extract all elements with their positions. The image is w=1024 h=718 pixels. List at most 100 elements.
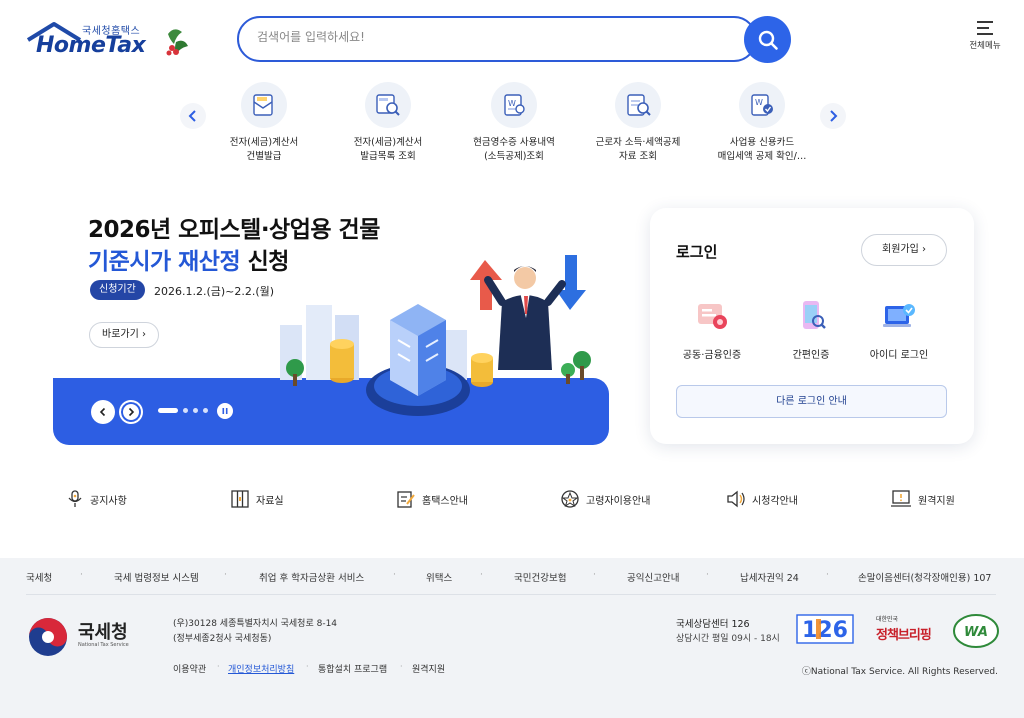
tax-invoice-icon	[241, 82, 287, 128]
address-line1: (우)30128 세종특별자치시 국세청로 8-14	[173, 619, 338, 629]
hamburger-icon	[977, 21, 993, 35]
shortcut-label: 원격지원	[918, 495, 955, 507]
speaker-icon	[727, 490, 745, 508]
shortcut-audiovisual-guide[interactable]: 시청각안내	[726, 489, 798, 509]
footer-divider	[26, 594, 996, 595]
quick-menu-prev-button[interactable]	[180, 103, 206, 129]
install-program-link[interactable]: 통합설치 프로그램	[318, 662, 387, 675]
footer-link[interactable]: 위택스	[426, 570, 452, 584]
banner-title-highlight: 기준시가 재산정	[88, 249, 241, 275]
nts-english-name: National Tax Service	[78, 642, 129, 648]
privacy-policy-link[interactable]: 개인정보처리방침	[228, 662, 294, 675]
policy-briefing-title: 정책브리핑	[876, 628, 932, 643]
remote-support-link[interactable]: 원격지원	[412, 662, 445, 675]
chevron-left-icon	[99, 407, 106, 417]
shortcut-label: 고령자이용안내	[586, 495, 651, 507]
other-login-guide-button[interactable]: 다른 로그인 안내	[676, 385, 947, 418]
footer-link[interactable]: 손말이음센터(청각장애인용) 107	[858, 570, 991, 584]
web-accessibility-mark[interactable]: WA	[952, 613, 1000, 649]
quick-item-label: (소득공제)조회	[484, 151, 544, 162]
banner-next-button[interactable]	[119, 400, 143, 424]
hometax-logo[interactable]: 국세청홈택스 HomeTax	[24, 20, 188, 66]
footer-separator: ·	[480, 570, 483, 580]
wa-mark-text: WA	[964, 625, 988, 640]
copyright: ⓒNational Tax Service. All Rights Reserv…	[801, 667, 998, 677]
go-button-label: 바로가기	[102, 329, 139, 340]
period-text: 2026.1.2.(금)~2.2.(월)	[154, 285, 275, 298]
login-option-label: 간편인증	[792, 350, 830, 361]
quick-item-credit-card[interactable]: W 사업용 신용카드 매입세액 공제 확인/…	[702, 82, 822, 164]
svg-text:W: W	[755, 98, 763, 107]
svg-text:W: W	[508, 99, 516, 108]
footer-link[interactable]: 국세 법령정보 시스템	[114, 570, 199, 584]
search-input[interactable]	[257, 30, 737, 44]
footer-link-row: 국세청 · 국세 법령정보 시스템 · 취업 후 학자금상환 서비스 · 위택스…	[26, 570, 996, 584]
footer-link[interactable]: 납세자권익 24	[740, 570, 799, 584]
simple-auth-icon	[789, 294, 833, 338]
footer-separator: ·	[217, 662, 220, 671]
pagination-dot[interactable]	[158, 408, 178, 413]
pagination-dot[interactable]	[203, 408, 208, 413]
address-line2: (정부세종2청사 국세청동)	[173, 634, 272, 644]
footer-separator: ·	[593, 570, 596, 580]
shortcut-archive[interactable]: 자료실	[230, 489, 284, 509]
policy-briefing-logo[interactable]: 대한민국 정책브리핑	[876, 614, 940, 643]
call-126-logo[interactable]: 126	[796, 614, 854, 644]
footer-separator: ·	[80, 570, 83, 580]
banner-go-button[interactable]: 바로가기 ›	[89, 322, 159, 348]
shortcut-notice[interactable]: 공지사항	[66, 489, 127, 509]
shortcut-remote-support[interactable]: 원격지원	[890, 489, 955, 509]
pause-icon	[222, 408, 228, 414]
holly-icon	[166, 29, 188, 56]
banner-title-line2: 기준시가 재산정 신청	[88, 242, 289, 276]
chevron-right-icon: ›	[142, 329, 146, 340]
pagination-dot[interactable]	[193, 408, 198, 413]
login-option-simple-auth[interactable]: 간편인증	[766, 294, 856, 361]
pagination-dot[interactable]	[183, 408, 188, 413]
banner-title-line1: 2026년 오피스텔·상업용 건물	[88, 217, 380, 243]
footer-link[interactable]: 취업 후 학자금상환 서비스	[259, 570, 364, 584]
policy-briefing-small: 대한민국	[876, 616, 899, 623]
login-card: 로그인 회원가입 › 공동·금융인증 간편인증 아이디 로그인 다른 로그인 안…	[650, 208, 974, 444]
consult-center-name: 국세상담센터 126	[676, 619, 750, 630]
login-option-label: 아이디 로그인	[869, 350, 929, 361]
quick-item-cash-receipt[interactable]: W 현금영수증 사용내역 (소득공제)조회	[454, 82, 574, 164]
footer-link[interactable]: 국민건강보험	[514, 570, 566, 584]
quick-item-label: 건별발급	[246, 151, 282, 162]
archive-icon	[231, 490, 249, 508]
banner-pause-button[interactable]	[217, 403, 233, 419]
login-option-certificate[interactable]: 공동·금융인증	[667, 294, 757, 361]
remote-support-icon	[891, 490, 911, 507]
invoice-search-icon	[365, 82, 411, 128]
all-menu-button[interactable]: 전체메뉴	[964, 20, 1006, 51]
login-option-id[interactable]: 아이디 로그인	[854, 294, 944, 361]
badge-126-text: 126	[802, 618, 848, 643]
footer-separator: ·	[400, 662, 403, 671]
login-option-label: 공동·금융인증	[682, 350, 742, 361]
shortcut-label: 공지사항	[90, 495, 127, 507]
terms-link[interactable]: 이용약관	[173, 662, 206, 675]
logo-big-text: HomeTax	[36, 33, 146, 58]
chevron-right-icon	[830, 110, 838, 122]
quick-item-invoice-issue[interactable]: 전자(세금)계산서 건별발급	[204, 82, 324, 164]
shortcut-senior-guide[interactable]: 고령자이용안내	[560, 489, 650, 509]
footer-link[interactable]: 공익신고안내	[627, 570, 679, 584]
join-button[interactable]: 회원가입 ›	[861, 234, 947, 266]
banner-prev-button[interactable]	[91, 400, 115, 424]
quick-item-invoice-list[interactable]: 전자(세금)계산서 발급목록 조회	[328, 82, 448, 164]
footer-separator: ·	[826, 570, 829, 580]
login-title: 로그인	[676, 243, 718, 261]
shortcut-label: 자료실	[256, 495, 284, 507]
chevron-left-icon	[188, 110, 196, 122]
banner-title-rest: 신청	[240, 249, 290, 275]
search-icon	[758, 30, 778, 50]
footer-link[interactable]: 국세청	[26, 570, 52, 584]
quick-item-worker-deduction[interactable]: 근로자 소득·세액공제 자료 조회	[578, 82, 698, 164]
shortcut-hometax-guide[interactable]: 홈택스안내	[396, 489, 468, 509]
search-button[interactable]	[744, 16, 791, 63]
banner-pagination	[158, 408, 208, 413]
search-box	[237, 16, 757, 62]
quick-menu-next-button[interactable]	[820, 103, 846, 129]
all-menu-label: 전체메뉴	[969, 41, 1001, 51]
consult-center-hours: 상담시간 평일 09시 - 18시	[676, 634, 780, 644]
